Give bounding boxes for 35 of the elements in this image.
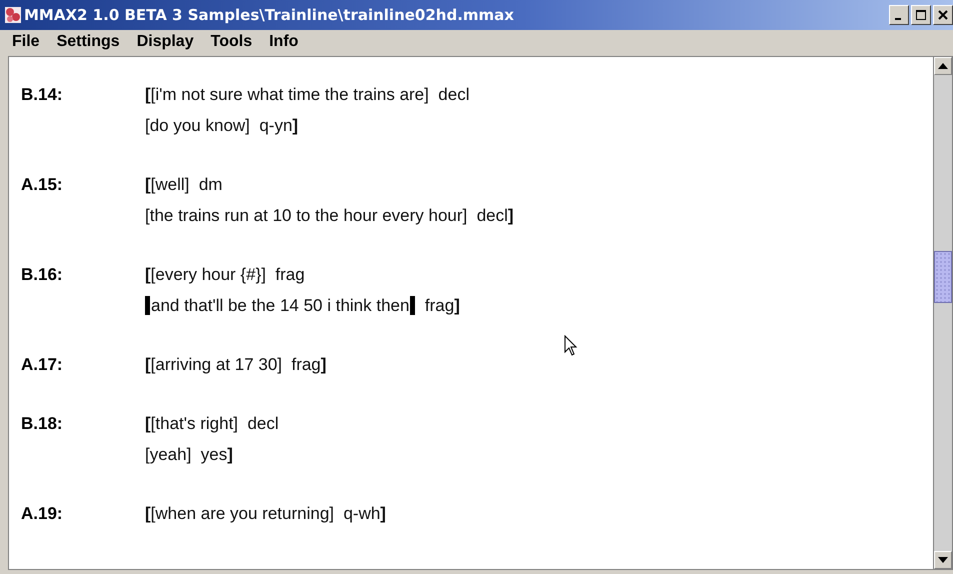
annotation-text[interactable]: [do you know] q-yn] <box>145 116 298 135</box>
utterance-label: B.18: <box>21 413 64 435</box>
annotation-text[interactable]: [[when are you returning] q-wh] <box>145 504 386 523</box>
selected-markable[interactable]: and that'll be the 14 50 i think then <box>145 296 416 315</box>
maximize-button[interactable] <box>911 5 931 25</box>
minimize-button[interactable] <box>889 5 909 25</box>
annotation-text[interactable]: [[every hour {#}] frag <box>145 265 305 284</box>
utterance-label: A.17: <box>21 354 64 376</box>
utterance-label: A.19: <box>21 503 64 525</box>
scroll-down-icon[interactable] <box>934 551 952 569</box>
close-button[interactable] <box>933 5 953 25</box>
scroll-thumb[interactable] <box>934 251 952 303</box>
utterance-label: B.16: <box>21 264 64 286</box>
window-title: MMAX2 1.0 BETA 3 Samples\Trainline\trainline02hd.mmax <box>24 6 515 24</box>
menu-item[interactable]: Settings <box>56 33 120 51</box>
annotation-text[interactable]: [the trains run at 10 to the hour every hour] decl] <box>145 206 514 225</box>
annotation-text[interactable]: [[that's right] decl <box>145 414 279 433</box>
minimize-icon <box>894 18 900 20</box>
menu-item[interactable]: Tools <box>210 33 252 51</box>
menu-item[interactable]: File <box>12 33 40 51</box>
mouse-cursor-icon <box>564 335 578 357</box>
annotation-text[interactable]: [[arriving at 17 30] frag] <box>145 355 326 374</box>
app-icon <box>4 6 22 24</box>
scroll-up-icon[interactable] <box>934 57 952 75</box>
close-icon <box>938 10 948 20</box>
annotation-text[interactable]: [[well] dm <box>145 175 222 194</box>
menu-item[interactable]: Info <box>269 33 298 51</box>
annotation-text[interactable]: [yeah] yes] <box>145 445 233 464</box>
menu-item[interactable]: Display <box>136 33 194 51</box>
annotation-text[interactable]: [[i'm not sure what time the trains are] decl <box>145 85 470 104</box>
utterance-label: B.14: <box>21 84 64 106</box>
scrollbar[interactable] <box>933 57 952 569</box>
annotation-text[interactable]: frag] <box>415 296 460 315</box>
maximize-icon <box>916 10 926 20</box>
utterance-label: A.15: <box>21 174 64 196</box>
